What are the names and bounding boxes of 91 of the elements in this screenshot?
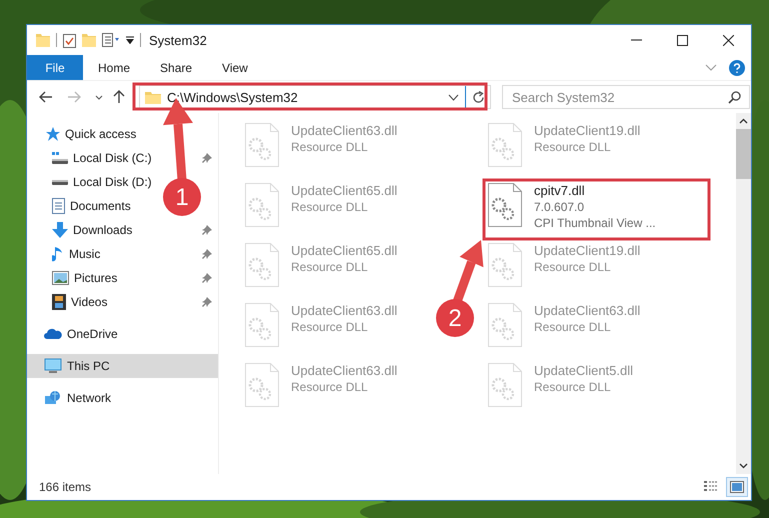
gear-file-icon xyxy=(245,183,279,227)
maximize-icon xyxy=(676,34,688,46)
caret-icon[interactable] xyxy=(95,94,103,100)
ribbon-tab[interactable]: View xyxy=(207,55,263,80)
file-detail: Resource DLL xyxy=(534,259,612,275)
ribbon-tab[interactable]: Share xyxy=(145,55,208,80)
file-name: UpdateClient19.dll xyxy=(534,243,640,259)
file-name: UpdateClient65.dll xyxy=(291,183,398,199)
gear-file-icon xyxy=(488,243,522,287)
picture-icon xyxy=(52,271,69,285)
number-badge: 2 xyxy=(436,299,474,337)
picture-icon xyxy=(730,481,744,493)
sidebar-item[interactable]: Downloads xyxy=(27,218,218,242)
document-icon xyxy=(52,198,65,214)
sidebar-item[interactable]: Local Disk (C:) xyxy=(27,146,218,170)
file-detail: Resource DLL xyxy=(291,139,369,155)
file-detail: Resource DLL xyxy=(291,379,369,395)
cloud-icon xyxy=(44,328,62,340)
scrollbar[interactable] xyxy=(736,113,751,474)
gear-file-icon xyxy=(488,363,522,407)
scroll-down-icon[interactable] xyxy=(739,463,748,469)
window-title: System32 xyxy=(149,32,208,48)
download-icon xyxy=(52,222,68,238)
gear-file-icon xyxy=(488,183,522,227)
sidebar-item[interactable]: Local Disk (D:) xyxy=(27,170,160,194)
back-icon[interactable] xyxy=(39,91,53,103)
file-detail: CPI Thumbnail View ... xyxy=(534,215,656,231)
up-icon[interactable] xyxy=(113,90,125,104)
caret-icon[interactable] xyxy=(448,94,459,100)
properties-icon[interactable] xyxy=(63,32,76,48)
close-icon xyxy=(722,34,734,46)
sidebar-item[interactable]: Network xyxy=(27,386,120,410)
item-count: 166 items xyxy=(39,480,92,494)
file-name: UpdateClient19.dll xyxy=(534,123,640,139)
sidebar-item[interactable]: Pictures xyxy=(27,266,218,290)
monitor-icon xyxy=(44,358,62,374)
number-badge: 1 xyxy=(163,178,201,216)
refresh-icon[interactable] xyxy=(472,90,485,104)
film-icon xyxy=(52,294,66,310)
sidebar-item[interactable]: Music xyxy=(27,242,218,266)
sidebar-item[interactable]: Quick access xyxy=(27,122,144,146)
gear-file-icon xyxy=(245,123,279,167)
scrollbar-thumb[interactable] xyxy=(736,129,751,179)
file-detail: Resource DLL xyxy=(291,319,369,335)
search-field[interactable]: Search System32 xyxy=(502,85,750,109)
drive-icon xyxy=(52,180,68,184)
scroll-up-icon[interactable] xyxy=(739,118,748,124)
pin-icon[interactable] xyxy=(202,153,212,163)
pin-icon[interactable] xyxy=(202,249,212,259)
network-icon xyxy=(44,390,62,406)
gear-file-icon xyxy=(245,243,279,287)
minimize-icon xyxy=(630,39,642,41)
file-name: UpdateClient63.dll xyxy=(291,303,398,319)
file-item[interactable]: cpitv7.dll 7.0.607.0 CPI Thumbnail View ... xyxy=(488,179,656,231)
file-name: cpitv7.dll xyxy=(534,183,586,199)
pin-icon[interactable] xyxy=(202,225,212,235)
file-detail: Resource DLL xyxy=(534,379,612,395)
file-name: UpdateClient65.dll xyxy=(291,243,398,259)
pin-icon[interactable] xyxy=(202,273,212,283)
star-icon xyxy=(44,126,60,142)
sidebar-item[interactable]: Videos xyxy=(27,290,218,314)
list-icon xyxy=(704,481,718,493)
drive-icon xyxy=(52,152,68,164)
chevron-down-icon[interactable] xyxy=(705,64,717,72)
music-note-icon xyxy=(52,246,64,262)
sidebar-item[interactable]: OneDrive xyxy=(27,322,126,346)
file-name: UpdateClient5.dll xyxy=(534,363,634,379)
file-name: UpdateClient63.dll xyxy=(291,123,398,139)
file-detail: Resource DLL xyxy=(534,139,612,155)
file-detail: 7.0.607.0 xyxy=(534,199,586,215)
file-name: UpdateClient63.dll xyxy=(534,303,640,319)
file-name: UpdateClient63.dll xyxy=(291,363,398,379)
large-icons-view-button[interactable] xyxy=(726,477,748,497)
file-detail: Resource DLL xyxy=(291,259,369,275)
gear-file-icon xyxy=(245,363,279,407)
file-detail: Resource DLL xyxy=(534,319,612,335)
file-detail: Resource DLL xyxy=(291,199,369,215)
folder-icon xyxy=(145,90,161,104)
gear-file-icon xyxy=(488,303,522,347)
sidebar-item[interactable]: Documents xyxy=(27,194,139,218)
file-tab[interactable]: File xyxy=(27,55,83,80)
search-icon xyxy=(728,91,741,104)
caret-icon[interactable] xyxy=(126,36,134,44)
address-path: C:\Windows\System32 xyxy=(167,90,299,104)
pin-icon[interactable] xyxy=(202,297,212,307)
gear-file-icon xyxy=(488,123,522,167)
sidebar-item[interactable]: This PC xyxy=(27,354,218,378)
view-icon[interactable] xyxy=(102,33,120,47)
gear-file-icon xyxy=(245,303,279,347)
ribbon-tab[interactable]: Home xyxy=(83,55,146,80)
help-icon[interactable] xyxy=(729,60,745,76)
